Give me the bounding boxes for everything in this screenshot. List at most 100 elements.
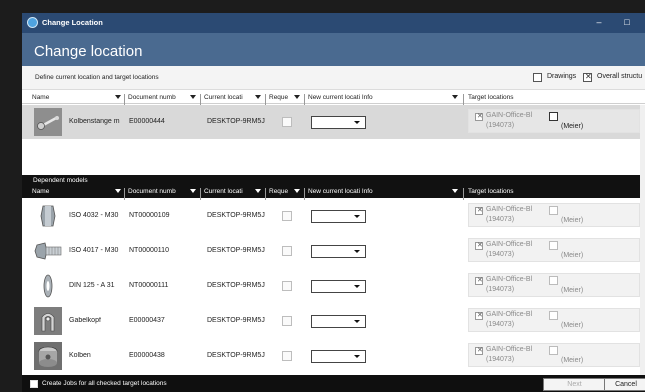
column-docno[interactable]: Document numb	[128, 94, 176, 101]
target-id: (194073)	[486, 216, 515, 223]
model-name: ISO 4017 - M30	[69, 247, 119, 254]
target-id: (194073)	[486, 251, 515, 258]
change-location-window: Change Location – □ Change location Defi…	[22, 13, 645, 392]
target-location-cell: GAIN-Office-Bl (194073) (Meier)	[468, 343, 640, 367]
owner-checkbox[interactable]	[549, 276, 558, 285]
table-row[interactable]: Kolben E00000438 DESKTOP-9RM5J GAIN-Offi…	[22, 339, 645, 373]
table-row[interactable]: DIN 125 - A 31 NT00000111 DESKTOP-9RM5J …	[22, 269, 645, 303]
document-number: E00000444	[129, 118, 165, 125]
filter-icon[interactable]	[190, 95, 196, 99]
new-location-dropdown[interactable]	[311, 116, 366, 129]
table-row[interactable]: Gabelkopf E00000437 DESKTOP-9RM5J GAIN-O…	[22, 304, 645, 338]
owner-name: (Meier)	[561, 322, 584, 329]
column-target-locations[interactable]: Target locations	[468, 188, 514, 195]
owner-name: (Meier)	[561, 287, 584, 294]
new-location-dropdown[interactable]	[311, 245, 366, 258]
owner-name: (Meier)	[561, 357, 584, 364]
owner-name: (Meier)	[561, 123, 584, 130]
model-name: ISO 4032 - M30	[69, 212, 119, 219]
new-location-dropdown[interactable]	[311, 280, 366, 293]
target-id: (194073)	[486, 122, 515, 129]
target-checkbox[interactable]	[475, 276, 483, 285]
table-row[interactable]: Kolbenstange m E00000444 DESKTOP-9RM5J G…	[22, 105, 645, 139]
new-location-dropdown[interactable]	[311, 315, 366, 328]
new-location-dropdown[interactable]	[311, 350, 366, 363]
column-request[interactable]: Reque	[269, 188, 288, 195]
document-number: NT00000111	[129, 282, 169, 289]
next-button[interactable]: Next	[543, 378, 606, 391]
create-jobs-checkbox[interactable]	[30, 380, 38, 388]
owner-checkbox[interactable]	[549, 311, 558, 320]
current-location: DESKTOP-9RM5J	[207, 317, 265, 324]
request-checkbox[interactable]	[282, 316, 292, 326]
target-id: (194073)	[486, 321, 515, 328]
table-row[interactable]: ISO 4032 - M30 NT00000109 DESKTOP-9RM5J …	[22, 199, 645, 233]
options-bar: Define current location and target locat…	[22, 66, 645, 90]
dependent-column-header: Name Document numb Current locati Reque …	[22, 186, 645, 200]
owner-name: (Meier)	[561, 217, 584, 224]
column-new-current-location[interactable]: New current locati Info	[308, 188, 373, 195]
overall-structure-label: Overall structu	[597, 73, 643, 80]
request-checkbox[interactable]	[282, 351, 292, 361]
filter-icon[interactable]	[190, 189, 196, 193]
drawings-label: Drawings	[547, 73, 577, 80]
window-title: Change Location	[42, 18, 103, 27]
request-checkbox[interactable]	[282, 281, 292, 291]
column-request[interactable]: Reque	[269, 94, 288, 101]
filter-icon[interactable]	[452, 189, 458, 193]
page-title: Change location	[34, 43, 143, 60]
minimize-button[interactable]: –	[592, 16, 606, 30]
filter-icon[interactable]	[294, 95, 300, 99]
filter-icon[interactable]	[452, 95, 458, 99]
owner-checkbox[interactable]	[549, 206, 558, 215]
maximize-button[interactable]: □	[620, 16, 634, 30]
filter-icon[interactable]	[255, 189, 261, 193]
column-name[interactable]: Name	[32, 94, 49, 101]
app-logo-icon	[27, 17, 38, 28]
current-location: DESKTOP-9RM5J	[207, 282, 265, 289]
owner-checkbox[interactable]	[549, 346, 558, 355]
overall-structure-checkbox[interactable]	[583, 72, 592, 82]
target-checkbox[interactable]	[475, 241, 483, 250]
owner-checkbox[interactable]	[549, 241, 558, 250]
table-row[interactable]: ISO 4017 - M30 NT00000110 DESKTOP-9RM5J …	[22, 234, 645, 268]
model-name: DIN 125 - A 31	[69, 282, 115, 289]
column-name[interactable]: Name	[32, 188, 49, 195]
model-name: Gabelkopf	[69, 317, 101, 324]
target-name: GAIN-Office-Bl	[486, 311, 533, 318]
column-current-location[interactable]: Current locati	[204, 94, 243, 101]
document-number: E00000438	[129, 352, 165, 359]
owner-name: (Meier)	[561, 252, 584, 259]
filter-icon[interactable]	[294, 189, 300, 193]
create-jobs-label: Create Jobs for all checked target locat…	[42, 380, 167, 387]
cancel-button[interactable]: Cancel	[604, 378, 645, 391]
target-location-cell: GAIN-Office-Bl (194073) (Meier)	[468, 109, 640, 133]
filter-icon[interactable]	[255, 95, 261, 99]
request-checkbox[interactable]	[282, 211, 292, 221]
target-checkbox[interactable]	[475, 311, 483, 320]
target-location-cell: GAIN-Office-Bl (194073) (Meier)	[468, 238, 640, 262]
section-title: Dependent models	[33, 177, 88, 184]
new-location-dropdown[interactable]	[311, 210, 366, 223]
target-checkbox[interactable]	[475, 112, 483, 121]
target-checkbox[interactable]	[475, 346, 483, 355]
request-checkbox[interactable]	[282, 117, 292, 127]
target-id: (194073)	[486, 286, 515, 293]
column-new-current-location[interactable]: New current locati Info	[308, 94, 373, 101]
column-target-locations[interactable]: Target locations	[468, 94, 514, 101]
vertical-scrollbar[interactable]	[640, 105, 645, 375]
document-number: NT00000109	[129, 212, 170, 219]
drawings-checkbox[interactable]	[533, 73, 542, 82]
target-location-cell: GAIN-Office-Bl (194073) (Meier)	[468, 203, 640, 227]
target-checkbox[interactable]	[475, 206, 483, 215]
piston-rod-icon	[34, 108, 62, 136]
owner-checkbox[interactable]	[549, 112, 558, 121]
dialog-footer: Create Jobs for all checked target locat…	[22, 375, 645, 392]
filter-icon[interactable]	[115, 95, 121, 99]
current-location: DESKTOP-9RM5J	[207, 118, 265, 125]
request-checkbox[interactable]	[282, 246, 292, 256]
filter-icon[interactable]	[115, 189, 121, 193]
column-docno[interactable]: Document numb	[128, 188, 176, 195]
hex-bolt-icon	[34, 242, 62, 260]
column-current-location[interactable]: Current locati	[204, 188, 243, 195]
